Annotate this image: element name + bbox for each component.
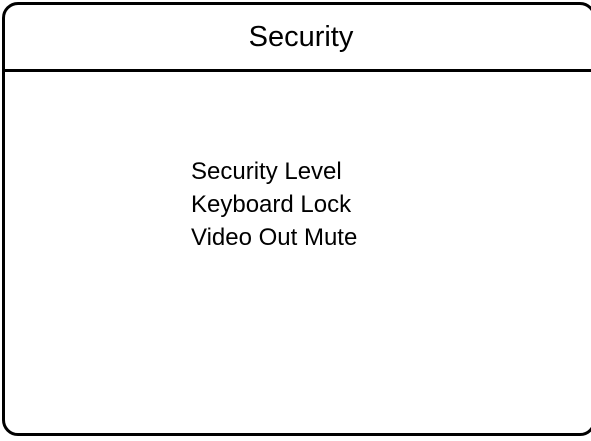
security-menu: Security Level Keyboard Lock Video Out M… [191, 155, 357, 254]
security-panel: Security Security Level Keyboard Lock Vi… [2, 2, 591, 436]
panel-header: Security [5, 5, 591, 72]
menu-item-video-out-mute[interactable]: Video Out Mute [191, 221, 357, 254]
menu-item-security-level[interactable]: Security Level [191, 155, 357, 188]
menu-item-keyboard-lock[interactable]: Keyboard Lock [191, 188, 357, 221]
panel-title: Security [248, 20, 354, 53]
